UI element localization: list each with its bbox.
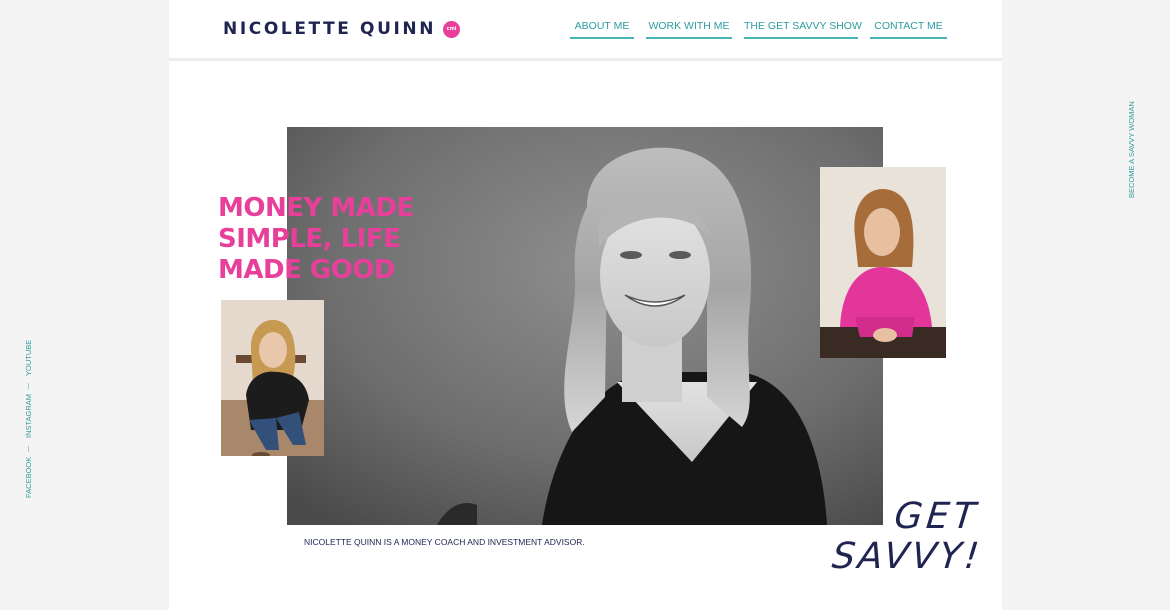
become-savvy-woman-link[interactable]: BECOME A SAVVY WOMAN [1127,101,1136,198]
logo-text: NICOLETTE QUINN [223,19,437,39]
social-links: YOUTUBE INSTAGRAM FACEBOOK [24,340,36,500]
site-header: NICOLETTE QUINN cmi ABOUT ME WORK WITH M… [169,0,1002,61]
side-cta-vertical: BECOME A SAVVY WOMAN [1127,100,1137,200]
hero-headline: MONEY MADE SIMPLE, LIFE MADE GOOD [218,193,438,286]
social-separator [28,383,29,389]
nav-work-with-me[interactable]: WORK WITH ME [646,19,732,39]
hero-caption: NICOLETTE QUINN IS A MONEY COACH AND INV… [304,537,585,547]
hero-portrait-photo [287,127,883,525]
social-separator [28,446,29,452]
logo-badge: cmi [443,20,461,38]
headline-line-3: MADE GOOD [218,255,396,285]
nav-contact-me[interactable]: CONTACT ME [870,19,947,39]
social-youtube-link[interactable]: YOUTUBE [24,340,33,376]
headline-line-1: MONEY MADE [218,193,414,223]
get-savvy-script: GET SAVVY! [829,496,984,586]
get-savvy-line-2: SAVVY! [830,536,984,577]
headline-line-2: SIMPLE, LIFE [218,224,401,254]
get-savvy-line-1: GET [892,496,982,537]
social-facebook-link[interactable]: FACEBOOK [24,457,33,498]
nav-get-savvy-show[interactable]: THE GET SAVVY SHOW [744,19,862,39]
nav-about-me[interactable]: ABOUT ME [570,19,634,39]
social-instagram-link[interactable]: INSTAGRAM [24,394,33,438]
seated-portrait-photo [221,300,324,456]
pink-sweater-portrait-photo [820,167,946,358]
site-logo[interactable]: NICOLETTE QUINN cmi [223,18,461,40]
